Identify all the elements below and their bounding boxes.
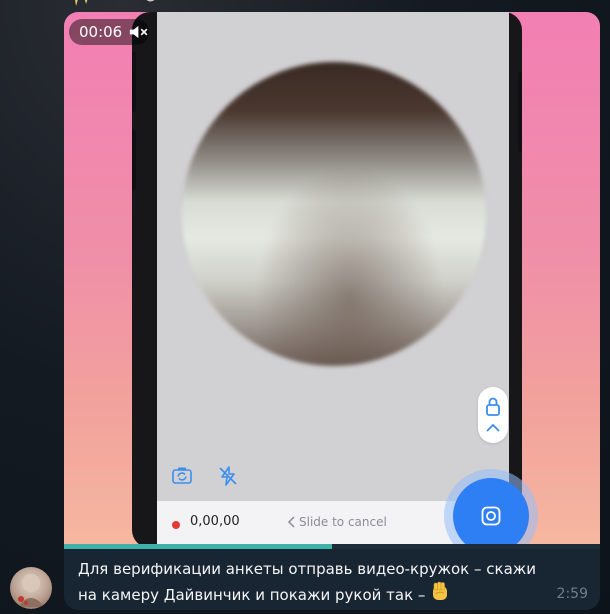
video-player[interactable]: 0,00,00 Slide to cancel 00:06 (64, 12, 600, 548)
paperclip-icon (146, 0, 155, 2)
video-message-bubble: 0,00,00 Slide to cancel 00:06 Для верифи… (64, 12, 600, 610)
slide-to-cancel[interactable]: Slide to cancel (287, 515, 387, 529)
raised-fist-icon (433, 581, 448, 600)
flash-off-icon[interactable] (216, 464, 240, 488)
message-time: 2:59 (556, 586, 588, 602)
phone-side-button (132, 52, 136, 112)
phone-screen: 0,00,00 Slide to cancel (157, 12, 509, 548)
sparkle-emoji-icon (75, 0, 88, 6)
recording-dot (172, 521, 180, 529)
video-duration: 00:06 (79, 23, 123, 41)
video-progress-track[interactable] (64, 544, 600, 549)
muted-speaker-icon[interactable] (128, 24, 149, 40)
message-text: Для верификации анкеты отправь видео-кру… (78, 557, 548, 610)
chevron-left-icon (287, 516, 295, 528)
record-camera-icon (481, 506, 501, 526)
lock-recording-pill[interactable] (478, 387, 508, 443)
sender-avatar[interactable] (10, 567, 52, 609)
message-body: Для верификации анкеты отправь видео-кру… (78, 560, 537, 604)
video-duration-badge: 00:06 (69, 19, 149, 45)
raised-fist-emoji (430, 581, 450, 610)
record-video-button[interactable] (453, 478, 529, 548)
slide-to-cancel-label: Slide to cancel (299, 515, 387, 529)
flip-camera-icon[interactable] (170, 464, 194, 488)
lock-icon (486, 397, 500, 416)
avatar-image (18, 574, 44, 607)
chevron-up-icon (486, 423, 500, 432)
phone-side-button (518, 72, 522, 152)
video-progress-fill (64, 544, 332, 549)
camera-preview-circle (182, 62, 486, 366)
recording-time: 0,00,00 (190, 514, 240, 529)
phone-side-button (132, 130, 136, 190)
